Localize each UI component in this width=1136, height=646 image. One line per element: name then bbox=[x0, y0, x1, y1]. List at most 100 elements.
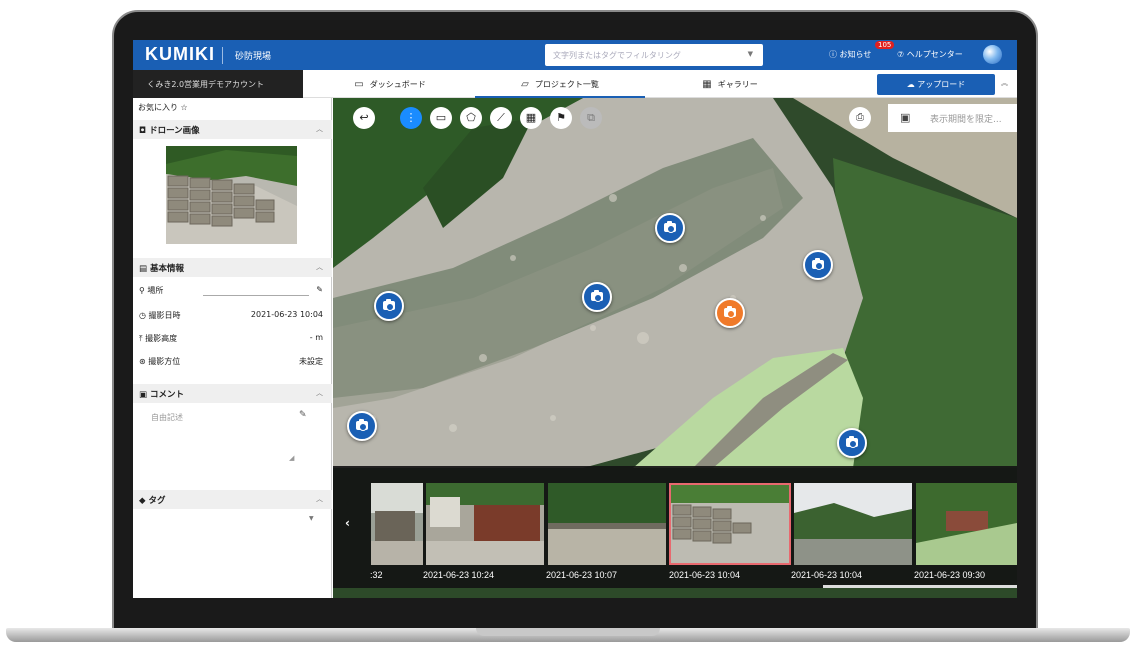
tag-icon: ◆ bbox=[139, 496, 149, 506]
orthophoto-map[interactable]: ↩ ⋮ ▭ ⬠ ⟋ ▦ ⚑ ⧉ ⎙ ▣ 表示期間を限定... ‹:32 202… bbox=[333, 98, 1017, 598]
drone-image-section-header[interactable]: ◘ ドローン画像 ︿ bbox=[133, 120, 332, 139]
filmstrip-caption: 2021-06-23 10:24 bbox=[423, 570, 495, 580]
undo-icon[interactable]: ↩ bbox=[353, 107, 375, 129]
site-name[interactable]: 砂防現場 bbox=[235, 49, 271, 62]
tab-projects[interactable]: ▱ プロジェクト一覧 bbox=[475, 70, 645, 98]
comment-textarea[interactable]: 自由記述 bbox=[151, 412, 183, 423]
comment-section-title: コメント bbox=[150, 390, 185, 400]
camera-icon bbox=[383, 299, 395, 311]
filmstrip-caption: 2021-06-23 09:30 bbox=[914, 570, 986, 580]
camera-icon bbox=[591, 290, 603, 302]
filmstrip-caption: 2021-06-23 10:07 bbox=[546, 570, 618, 580]
upload-button[interactable]: ☁ アップロード bbox=[877, 74, 995, 95]
field-label: 撮影日時 bbox=[148, 311, 181, 320]
notice-label: お知らせ bbox=[839, 50, 872, 59]
cloud-upload-icon: ☁ bbox=[906, 80, 918, 89]
field-location[interactable]: ⚲ 場所 ✎ bbox=[139, 282, 323, 300]
basic-info-section-header[interactable]: ▤ 基本情報 ︿ bbox=[133, 258, 332, 277]
drone-image-thumbnail[interactable] bbox=[166, 146, 297, 244]
drone-section-title: ドローン画像 bbox=[149, 126, 200, 136]
star-icon: ☆ bbox=[180, 103, 188, 112]
filmstrip-caption: 2021-06-23 10:04 bbox=[669, 570, 741, 580]
tab-gallery-label: ギャラリー bbox=[717, 80, 758, 89]
photo-pin-marker[interactable] bbox=[582, 282, 612, 312]
filter-placeholder: 文字列またはタグでフィルタリング bbox=[553, 51, 681, 60]
main-nav: くみき2.0営業用デモアカウント ▭ ダッシュボード ▱ プロジェクト一覧 ▦ ギャラ… bbox=[133, 70, 1017, 98]
info-icon: ⓘ bbox=[829, 50, 840, 59]
monitor-icon: ▭ bbox=[354, 79, 364, 90]
photo-pin-marker[interactable] bbox=[803, 250, 833, 280]
filter-dropdown[interactable]: 文字列またはタグでフィルタリング ▼ bbox=[545, 44, 763, 66]
photo-pin-marker[interactable] bbox=[374, 291, 404, 321]
field-shot-datetime: ◷ 撮影日時 2021-06-23 10:04 bbox=[139, 307, 323, 325]
field-value: 未設定 bbox=[299, 357, 323, 366]
ruler-icon[interactable]: ▭ bbox=[430, 107, 452, 129]
print-icon[interactable]: ⎙ bbox=[849, 107, 871, 129]
tag-dropdown-caret-icon[interactable]: ▼ bbox=[309, 515, 314, 522]
tab-dashboard[interactable]: ▭ ダッシュボード bbox=[305, 70, 475, 98]
period-filter-input[interactable]: ▣ 表示期間を限定... bbox=[888, 104, 1017, 132]
line-chart-icon[interactable]: ⟋ bbox=[490, 107, 512, 129]
period-placeholder: 表示期間を限定... bbox=[930, 115, 1002, 125]
pencil-icon[interactable]: ✎ bbox=[299, 410, 307, 420]
tag-section-header[interactable]: ◆ タグ ︿ bbox=[133, 490, 332, 509]
photo-pin-selected[interactable] bbox=[715, 298, 745, 328]
caret-down-icon: ▼ bbox=[747, 50, 753, 58]
flag-icon[interactable]: ⚑ bbox=[550, 107, 572, 129]
copy-icon: ⧉ bbox=[580, 107, 602, 129]
help-center-link[interactable]: ⑦ ヘルプセンター bbox=[897, 49, 963, 60]
app-logo[interactable]: KUMIKI bbox=[145, 44, 215, 65]
help-icon: ⑦ bbox=[897, 50, 907, 59]
chevron-up-icon: ︿ bbox=[316, 389, 323, 397]
comment-icon: ▣ bbox=[139, 390, 150, 400]
photo-pin-marker[interactable] bbox=[347, 411, 377, 441]
app-screen: KUMIKI 砂防現場 文字列またはタグでフィルタリング ▼ ⓘ お知らせ 10… bbox=[133, 40, 1017, 598]
more-vertical-icon[interactable]: ⋮ bbox=[400, 107, 422, 129]
chevron-left-icon[interactable]: ‹ bbox=[345, 516, 350, 530]
chevron-up-icon: ︿ bbox=[316, 263, 323, 271]
info-section-title: 基本情報 bbox=[150, 264, 185, 274]
folder-icon: ▱ bbox=[521, 79, 529, 90]
filmstrip-thumbnail[interactable] bbox=[794, 483, 912, 565]
comment-section-header[interactable]: ▣ コメント ︿ bbox=[133, 384, 332, 403]
field-shot-altitude: ⤒ 撮影高度 - m bbox=[139, 330, 323, 348]
calendar-icon: ▣ bbox=[900, 111, 911, 124]
field-shot-direction: ⊛ 撮影方位 未設定 bbox=[139, 353, 323, 371]
filmstrip-thumbnail[interactable] bbox=[426, 483, 544, 565]
filmstrip-thumbnail[interactable] bbox=[548, 483, 666, 565]
filmstrip-thumbnail[interactable] bbox=[371, 483, 423, 565]
tab-dashboard-label: ダッシュボード bbox=[369, 80, 426, 89]
clock-icon: ◷ bbox=[139, 311, 149, 320]
filmstrip-caption: :32 bbox=[370, 570, 383, 580]
favorite-label: お気に入り bbox=[138, 103, 178, 112]
filmstrip-scrollbar[interactable] bbox=[823, 585, 1017, 588]
collapse-header-icon[interactable]: ︽ bbox=[1001, 78, 1008, 88]
resize-handle-icon[interactable]: ◢ bbox=[289, 454, 294, 462]
filmstrip-thumbnail-selected[interactable] bbox=[669, 483, 791, 565]
detail-sidebar: お気に入り ☆ ◘ ドローン画像 ︿ ▤ 基本情報 ︿ ⚲ 場所 ✎ ◷ 撮影日… bbox=[133, 98, 332, 598]
camera-icon bbox=[724, 306, 736, 318]
filmstrip-caption: 2021-06-23 10:04 bbox=[791, 570, 863, 580]
photo-pin-marker[interactable] bbox=[837, 428, 867, 458]
camera-icon: ◘ bbox=[139, 126, 150, 136]
list-icon: ▤ bbox=[139, 264, 150, 274]
favorite-toggle[interactable]: お気に入り ☆ bbox=[138, 102, 188, 113]
field-label: 場所 bbox=[147, 286, 164, 295]
photo-pin-marker[interactable] bbox=[655, 213, 685, 243]
user-avatar-globe-icon[interactable] bbox=[983, 45, 1002, 64]
notice-link[interactable]: ⓘ お知らせ bbox=[829, 49, 871, 60]
laptop-notch bbox=[476, 628, 660, 636]
camera-icon bbox=[664, 221, 676, 233]
camera-icon bbox=[356, 419, 368, 431]
upload-label: アップロード bbox=[917, 80, 966, 89]
filmstrip-thumbnail[interactable] bbox=[916, 483, 1017, 565]
polygon-icon[interactable]: ⬠ bbox=[460, 107, 482, 129]
camera-icon bbox=[846, 436, 858, 448]
tab-gallery[interactable]: ▦ ギャラリー bbox=[645, 70, 815, 98]
layers-icon[interactable]: ▦ bbox=[520, 107, 542, 129]
account-name[interactable]: くみき2.0営業用デモアカウント bbox=[133, 70, 303, 98]
pencil-icon[interactable]: ✎ bbox=[316, 285, 323, 294]
grid-icon: ▦ bbox=[702, 79, 712, 90]
chevron-up-icon: ︿ bbox=[316, 125, 323, 133]
location-underline bbox=[203, 295, 309, 296]
